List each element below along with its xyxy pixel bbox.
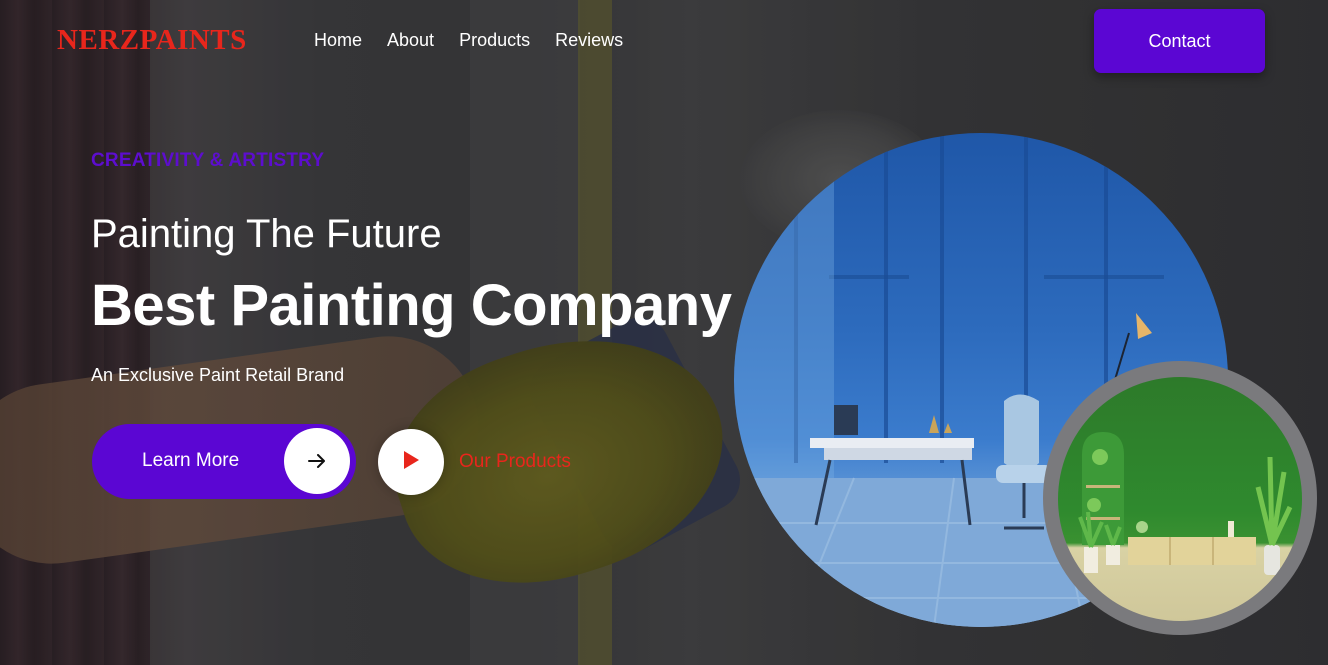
our-products-link[interactable]: Our Products	[459, 451, 571, 473]
main-nav: Home About Products Reviews	[314, 30, 623, 51]
contact-button[interactable]: Contact	[1094, 9, 1265, 73]
hero-tagline: An Exclusive Paint Retail Brand	[91, 365, 345, 385]
hero-headline: Best Painting Company	[91, 273, 732, 338]
nav-item-reviews[interactable]: Reviews	[555, 30, 623, 51]
hero-subheadline: Painting The Future	[91, 212, 442, 256]
brand-logo[interactable]: NERZPAINTS	[57, 24, 247, 57]
learn-more-label: Learn More	[142, 450, 240, 471]
nav-item-home[interactable]: Home	[314, 30, 362, 51]
play-icon	[402, 450, 420, 475]
site-header: NERZPAINTS Home About Products Reviews C…	[0, 0, 1328, 80]
nav-item-about[interactable]: About	[387, 30, 434, 51]
nav-item-products[interactable]: Products	[459, 30, 530, 51]
arrow-right-icon	[284, 428, 350, 494]
play-video-button[interactable]	[378, 429, 444, 495]
hero-eyebrow: CREATIVITY & ARTISTRY	[91, 150, 325, 171]
learn-more-button[interactable]: Learn More	[92, 424, 356, 499]
green-room-image	[1058, 377, 1302, 621]
